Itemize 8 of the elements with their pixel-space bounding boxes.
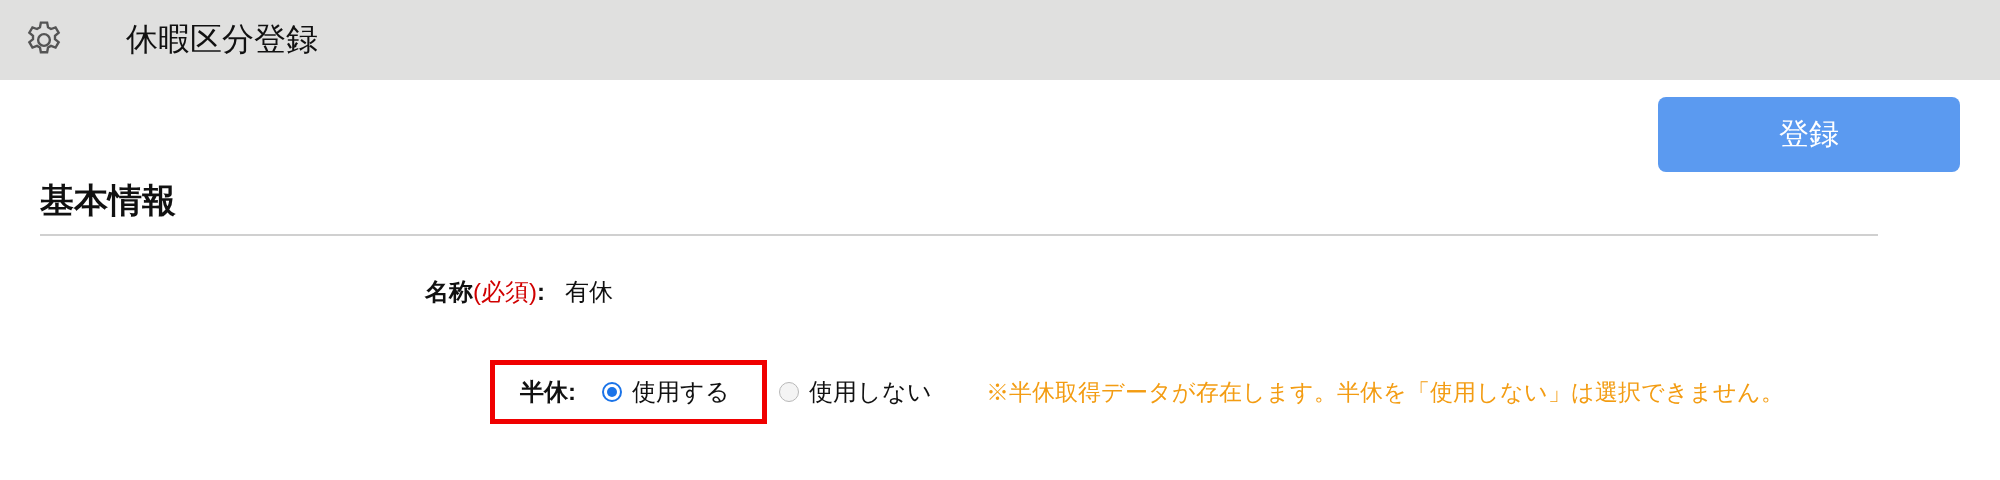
section-title: 基本情報 <box>40 181 176 219</box>
page-title: 休暇区分登録 <box>126 20 318 59</box>
radio-option[interactable]: 使用する <box>602 376 730 408</box>
warning-note: ※半休取得データが存在します。半休を「使用しない」は選択できません。 <box>986 377 1784 407</box>
field-value: 有休 <box>565 277 613 307</box>
field-label: 半休: <box>520 377 576 407</box>
radio-option[interactable]: 使用しない <box>779 376 932 408</box>
field-label: 名称(必須): <box>424 277 545 307</box>
